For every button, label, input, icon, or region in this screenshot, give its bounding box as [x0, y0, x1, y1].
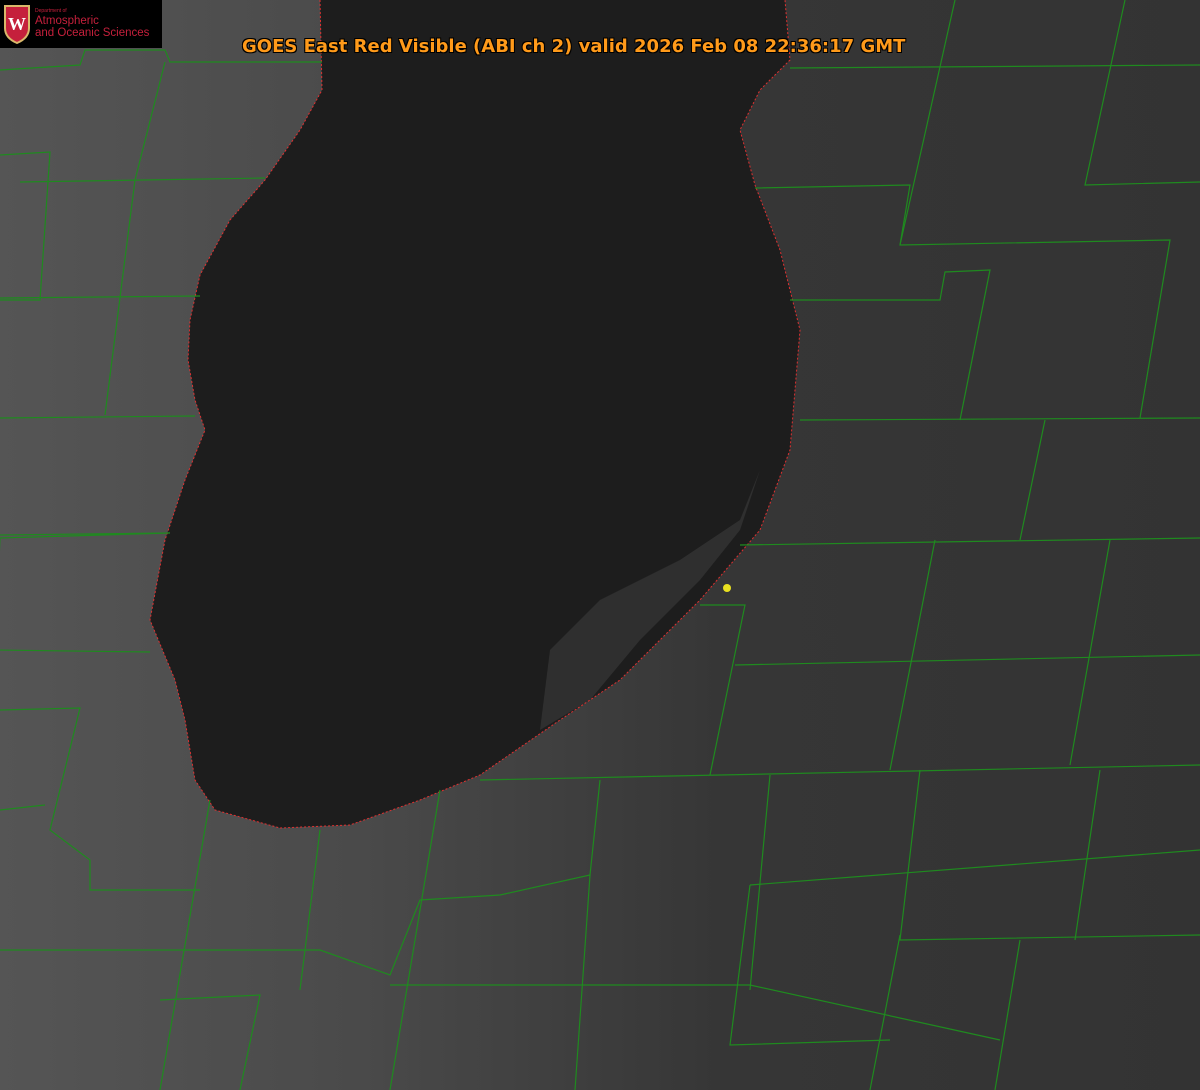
- location-dot-icon: [723, 584, 731, 592]
- satellite-image-viewer: W Department of Atmospheric and Oceanic …: [0, 0, 1200, 1090]
- logo-line1: Atmospheric: [35, 15, 149, 27]
- logo-text: Department of Atmospheric and Oceanic Sc…: [35, 9, 149, 38]
- satellite-map: [0, 0, 1200, 1090]
- uw-crest-icon: W: [3, 4, 31, 44]
- uw-aos-logo: W Department of Atmospheric and Oceanic …: [0, 0, 162, 48]
- svg-text:W: W: [8, 14, 26, 34]
- image-title: GOES East Red Visible (ABI ch 2) valid 2…: [242, 36, 905, 57]
- logo-line2: and Oceanic Sciences: [35, 27, 149, 39]
